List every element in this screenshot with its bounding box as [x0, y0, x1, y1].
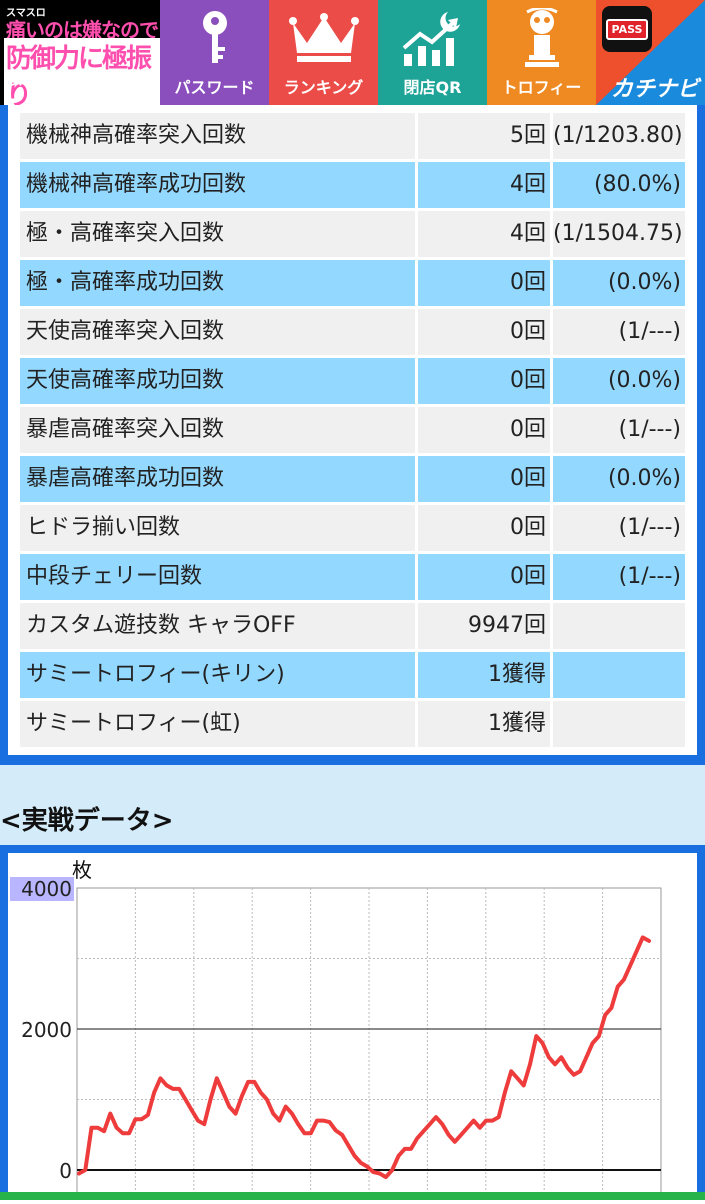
nav-tab-closing-qr[interactable]: 閉店QR	[378, 0, 487, 105]
game-logo[interactable]: スマスロ 痛いのは嫌なので 防御力に極振り したいと思います。	[0, 0, 160, 105]
stat-rate: (1/---)	[553, 407, 685, 453]
stat-count: 5回	[418, 113, 550, 159]
y-axis-unit: 枚	[72, 858, 92, 882]
stats-table-frame: 機械神高確率突入回数 5回 (1/1203.80) 機械神高確率成功回数 4回 (80.0…	[0, 105, 705, 765]
stat-name: 機械神高確率成功回数	[20, 162, 415, 208]
stat-name: 極・高確率成功回数	[20, 260, 415, 306]
stat-rate: (1/---)	[553, 554, 685, 600]
y-tick-label: 0	[59, 1159, 72, 1183]
stat-count: 1獲得	[418, 652, 550, 698]
stat-name: カスタム遊技数 キャラOFF	[20, 603, 415, 649]
stat-rate: (1/1504.75)	[553, 211, 685, 257]
stat-name: 天使高確率突入回数	[20, 309, 415, 355]
stats-table: 機械神高確率突入回数 5回 (1/1203.80) 機械神高確率成功回数 4回 (80.0…	[8, 105, 697, 755]
section-title: <実戦データ>	[0, 806, 174, 836]
stat-rate: (0.0%)	[553, 358, 685, 404]
stat-rate: (0.0%)	[553, 456, 685, 502]
stat-count: 0回	[418, 358, 550, 404]
top-nav: スマスロ 痛いのは嫌なので 防御力に極振り したいと思います。 パスワード ラン…	[0, 0, 705, 105]
stat-name: ヒドラ揃い回数	[20, 505, 415, 551]
stat-name: 天使高確率成功回数	[20, 358, 415, 404]
stat-name: 暴虐高確率突入回数	[20, 407, 415, 453]
stat-count: 0回	[418, 407, 550, 453]
stat-count: 0回	[418, 505, 550, 551]
stat-name: 暴虐高確率成功回数	[20, 456, 415, 502]
nav-tab-label: トロフィー	[501, 78, 582, 97]
stat-count: 9947回	[418, 603, 550, 649]
nav-tab-kachinavi[interactable]: PASS カチナビ	[596, 0, 705, 105]
nav-tab-ranking[interactable]: ランキング	[269, 0, 378, 105]
stat-name: 機械神高確率突入回数	[20, 113, 415, 159]
stat-count: 1獲得	[418, 701, 550, 747]
stat-name: 中段チェリー回数	[20, 554, 415, 600]
y-tick-label: 4000	[21, 877, 72, 901]
stat-count: 0回	[418, 456, 550, 502]
chart-area: 枚 4000 2000 0	[8, 853, 697, 1201]
slump-graph: 枚4000 2000 0	[10, 858, 662, 1201]
bottom-bar	[0, 1192, 705, 1200]
stat-count: 4回	[418, 211, 550, 257]
stat-rate: (1/---)	[553, 505, 685, 551]
pass-icon: PASS	[602, 6, 652, 52]
stat-count: 4回	[418, 162, 550, 208]
key-icon	[160, 8, 269, 68]
trophy-figure-icon	[487, 8, 596, 68]
chart-growth-icon	[378, 8, 487, 68]
stat-name: サミートロフィー(キリン)	[20, 652, 415, 698]
stat-name: 極・高確率突入回数	[20, 211, 415, 257]
nav-tab-password[interactable]: パスワード	[160, 0, 269, 105]
nav-tab-label: パスワード	[174, 78, 255, 97]
stat-rate: (1/1203.80)	[553, 113, 685, 159]
nav-tab-label: ランキング	[283, 78, 364, 97]
stat-rate	[553, 652, 685, 698]
y-tick-label: 2000	[21, 1018, 72, 1042]
nav-tab-label: 閉店QR	[403, 78, 462, 97]
nav-tab-trophy[interactable]: トロフィー	[487, 0, 596, 105]
crown-icon	[269, 8, 378, 68]
logo-text-4: したいと思います。	[4, 73, 129, 89]
stat-rate	[553, 603, 685, 649]
stat-rate: (80.0%)	[553, 162, 685, 208]
stat-count: 0回	[418, 554, 550, 600]
stat-rate	[553, 701, 685, 747]
stat-rate: (1/---)	[553, 309, 685, 355]
stat-rate: (0.0%)	[553, 260, 685, 306]
stat-name: サミートロフィー(虹)	[20, 701, 415, 747]
stat-count: 0回	[418, 309, 550, 355]
chart-frame: 枚 4000 2000 0	[0, 845, 705, 1201]
kachinavi-logo: カチナビ	[610, 77, 699, 102]
stat-count: 0回	[418, 260, 550, 306]
